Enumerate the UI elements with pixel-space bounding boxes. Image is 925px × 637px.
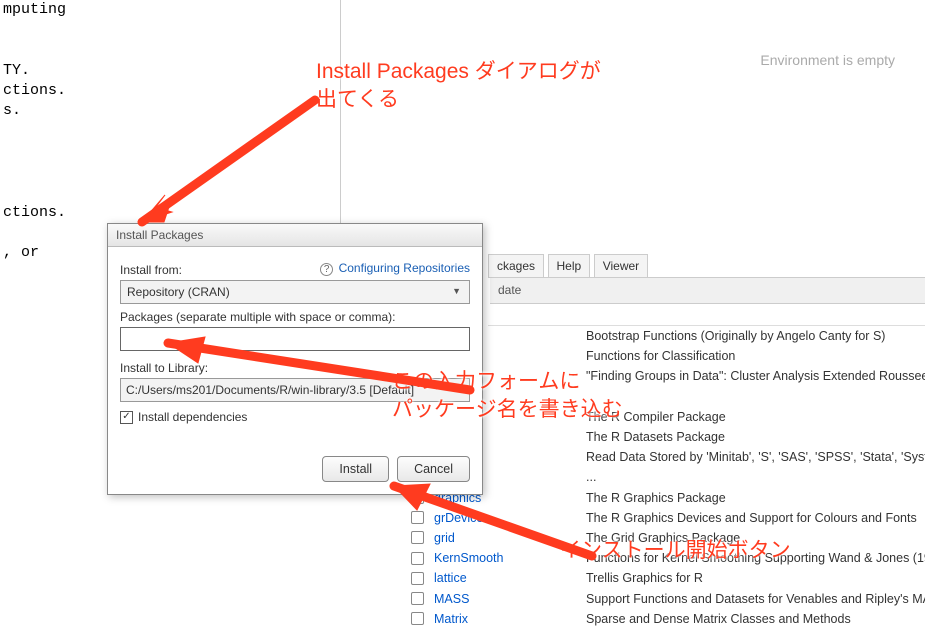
table-row: MatrixSparse and Dense Matrix Classes an…	[408, 609, 925, 629]
package-name-link[interactable]: MASS	[434, 592, 586, 606]
tab-help[interactable]: Help	[548, 254, 591, 277]
packages-toolbar: date	[490, 278, 925, 304]
tab-viewer[interactable]: Viewer	[594, 254, 648, 277]
pane-tabs: ckages Help Viewer	[488, 255, 925, 278]
environment-empty-label: Environment is empty	[760, 52, 895, 68]
table-row: latticeTrellis Graphics for R	[408, 568, 925, 588]
arrow-3	[382, 478, 602, 568]
package-description: Bootstrap Functions (Originally by Angel…	[586, 329, 885, 343]
console-output: mputing TY. ctions. s. ctions. , or	[3, 0, 66, 263]
panel-divider	[340, 0, 341, 230]
package-description: The R Datasets Package	[586, 430, 725, 444]
table-row: The R Datasets Package	[408, 427, 925, 447]
package-checkbox[interactable]	[411, 572, 424, 585]
package-description: The R Graphics Package	[586, 491, 726, 505]
configuring-repositories-link[interactable]: Configuring Repositories	[339, 261, 470, 275]
package-description: The R Graphics Devices and Support for C…	[586, 511, 917, 525]
table-row: Read Data Stored by 'Minitab', 'S', 'SAS…	[408, 447, 925, 467]
table-row: MASSSupport Functions and Datasets for V…	[408, 588, 925, 608]
package-name-link[interactable]: lattice	[434, 571, 586, 585]
package-description: Trellis Graphics for R	[586, 571, 703, 585]
install-button[interactable]: Install	[322, 456, 389, 482]
annotation-1: Install Packages ダイアログが 出てくる	[316, 58, 601, 115]
package-description: "Finding Groups in Data": Cluster Analys…	[586, 369, 925, 383]
package-description: Sparse and Dense Matrix Classes and Meth…	[586, 612, 851, 626]
tab-packages[interactable]: ckages	[488, 254, 544, 277]
arrow-2	[160, 335, 480, 415]
arrow-1	[130, 90, 330, 230]
package-checkbox[interactable]	[411, 592, 424, 605]
update-button-fragment[interactable]: date	[498, 283, 521, 297]
help-icon[interactable]: ?	[320, 263, 333, 276]
package-description: Read Data Stored by 'Minitab', 'S', 'SAS…	[586, 450, 925, 464]
install-from-label: Install from:	[120, 263, 182, 277]
packages-label: Packages (separate multiple with space o…	[120, 310, 470, 324]
table-row: Bootstrap Functions (Originally by Angel…	[408, 326, 925, 346]
package-description: Support Functions and Datasets for Venab…	[586, 592, 925, 606]
packages-header: Description	[488, 304, 925, 326]
package-checkbox[interactable]	[411, 612, 424, 625]
install-from-select[interactable]: Repository (CRAN)	[120, 280, 470, 304]
package-description: Functions for Classification	[586, 349, 735, 363]
package-name-link[interactable]: Matrix	[434, 612, 586, 626]
table-row: Functions for Classification	[408, 346, 925, 366]
install-dependencies-checkbox[interactable]: ✓	[120, 411, 133, 424]
